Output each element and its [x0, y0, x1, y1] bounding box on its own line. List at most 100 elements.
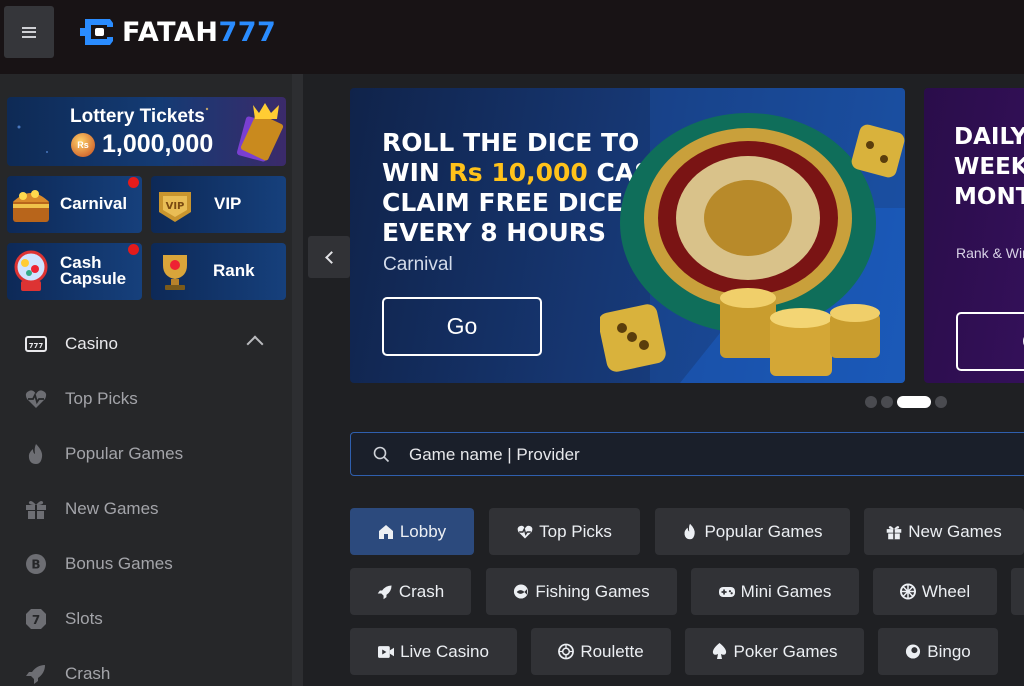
sidebar-item-label: Top Picks	[65, 388, 138, 408]
category-bingo[interactable]: Bingo	[878, 628, 998, 675]
vip-label: VIP	[214, 194, 242, 213]
logo-text: FATAH777	[122, 17, 276, 48]
category-top-picks[interactable]: Top Picks	[489, 508, 640, 555]
category-label: Popular Games	[704, 521, 823, 541]
game-search[interactable]	[350, 432, 1024, 476]
sidebar-item-bonus-games[interactable]: B Bonus Games	[0, 536, 292, 591]
category-label: Bingo	[927, 641, 971, 661]
category-live-casino[interactable]: Live Casino	[350, 628, 517, 675]
category-label: Wheel	[921, 581, 971, 601]
search-icon	[373, 446, 390, 463]
category-label: Lobby	[399, 521, 447, 541]
chevron-left-icon	[324, 250, 338, 264]
hamburger-icon	[22, 26, 36, 38]
sidebar-item-crash[interactable]: Crash	[0, 646, 292, 686]
svg-text:7: 7	[32, 613, 40, 627]
gift-icon	[25, 498, 47, 520]
wheel-icon	[899, 583, 916, 600]
bingo-ball-icon	[905, 644, 921, 660]
roulette-dice-art-icon	[600, 113, 905, 376]
banner-go-button[interactable]: Go	[382, 297, 542, 356]
sidebar-item-label: Slots	[65, 608, 103, 628]
banner2-line-1: DAILY	[954, 124, 1024, 150]
gumball-machine-icon	[14, 250, 48, 291]
fishing-icon	[513, 584, 529, 600]
sidebar-item-new-games[interactable]: New Games	[0, 481, 292, 536]
banner2-line-3: MONT	[954, 184, 1024, 210]
chevron-up-icon	[246, 335, 264, 353]
sidebar-item-slots[interactable]: 7 Slots	[0, 591, 292, 646]
banner-subtitle: Carnival	[383, 254, 453, 275]
treasure-chest-icon	[13, 190, 49, 222]
vip-tile[interactable]: VIP VIP	[151, 176, 286, 233]
slot-seven-icon: 7	[25, 608, 47, 630]
svg-text:VIP: VIP	[166, 201, 185, 212]
category-label: Poker Games	[733, 641, 838, 661]
category-popular-games[interactable]: Popular Games	[655, 508, 850, 555]
bonus-coin-icon: B	[25, 553, 47, 575]
category-poker-games[interactable]: Poker Games	[685, 628, 864, 675]
carousel-prev-button[interactable]	[308, 236, 350, 278]
cash-capsule-tile[interactable]: Cash Capsule	[7, 243, 142, 300]
casino-section-toggle[interactable]: 777 Casino	[0, 316, 292, 371]
carousel-dot[interactable]	[881, 396, 893, 408]
rocket-icon	[25, 663, 47, 685]
video-play-icon	[378, 644, 395, 660]
sidebar-item-top-picks[interactable]: Top Picks	[0, 371, 292, 426]
site-logo[interactable]: FATAH777	[80, 13, 276, 51]
logo-text-white: FATAH	[122, 16, 219, 48]
category-lobby[interactable]: Lobby	[350, 508, 474, 555]
category-roulette[interactable]: Roulette	[531, 628, 671, 675]
category-mini-games[interactable]: Mini Games	[691, 568, 859, 615]
search-input[interactable]	[409, 442, 909, 468]
gift-icon	[886, 524, 902, 540]
fire-icon	[25, 443, 47, 465]
category-wheel[interactable]: Wheel	[873, 568, 997, 615]
category-label: New Games	[908, 521, 1002, 541]
carnival-label: Carnival	[60, 194, 128, 213]
cash-capsule-line2: Capsule	[60, 269, 127, 288]
carousel-dot[interactable]	[935, 396, 947, 408]
heart-pulse-icon	[25, 388, 47, 410]
promo-banner-rank[interactable]: DAILY WEEK MONT Rank & Win G	[924, 88, 1024, 383]
lottery-tickets-promo[interactable]: Lottery Tickets Rs 1,000,000	[7, 97, 286, 166]
menu-button[interactable]	[4, 6, 54, 58]
category-label: Live Casino	[400, 641, 489, 661]
sidebar-item-label: New Games	[65, 498, 159, 518]
banner-line-2-pre: WIN	[382, 158, 449, 187]
category-fishing-games[interactable]: Fishing Games	[486, 568, 677, 615]
category-new-games[interactable]: New Games	[864, 508, 1024, 555]
rupee-coin-icon: Rs	[71, 133, 95, 157]
carousel-dot-active[interactable]	[897, 396, 931, 408]
svg-text:777: 777	[29, 342, 44, 350]
sidebar-item-label: Bonus Games	[65, 553, 173, 573]
home-icon	[378, 524, 394, 540]
lottery-amount: 1,000,000	[102, 130, 214, 158]
category-label: Top Picks	[539, 521, 612, 541]
rank-label: Rank	[213, 261, 255, 280]
sidebar: Lottery Tickets Rs 1,000,000 Carnival VI…	[0, 74, 303, 686]
notification-dot	[128, 244, 139, 255]
sidebar-scrollbar[interactable]	[292, 74, 303, 686]
carousel-dot[interactable]	[865, 396, 877, 408]
promo-banner-dice[interactable]: ROLL THE DICE TO WIN Rs 10,000 CASH CLAI…	[350, 88, 905, 383]
notification-dot	[128, 177, 139, 188]
banner-prize-amount: Rs 10,000	[448, 158, 588, 187]
spade-icon	[712, 643, 728, 660]
category-crash[interactable]: Crash	[350, 568, 471, 615]
category-chip-partial[interactable]	[1011, 568, 1024, 615]
svg-text:B: B	[31, 557, 40, 571]
sidebar-item-popular-games[interactable]: Popular Games	[0, 426, 292, 481]
carnival-tile[interactable]: Carnival	[7, 176, 142, 233]
gamepad-icon	[718, 584, 735, 600]
banner2-go-button[interactable]: G	[956, 312, 1024, 371]
heart-pulse-icon	[517, 524, 533, 540]
lottery-title: Lottery Tickets	[70, 106, 205, 127]
top-header: FATAH777	[0, 0, 1024, 74]
rank-tile[interactable]: Rank	[151, 243, 286, 300]
category-label: Crash	[398, 581, 445, 601]
cash-capsule-label: Cash Capsule	[60, 254, 127, 288]
fire-icon	[682, 523, 698, 540]
logo-mark-icon	[80, 13, 118, 51]
casino-label: Casino	[65, 333, 118, 353]
